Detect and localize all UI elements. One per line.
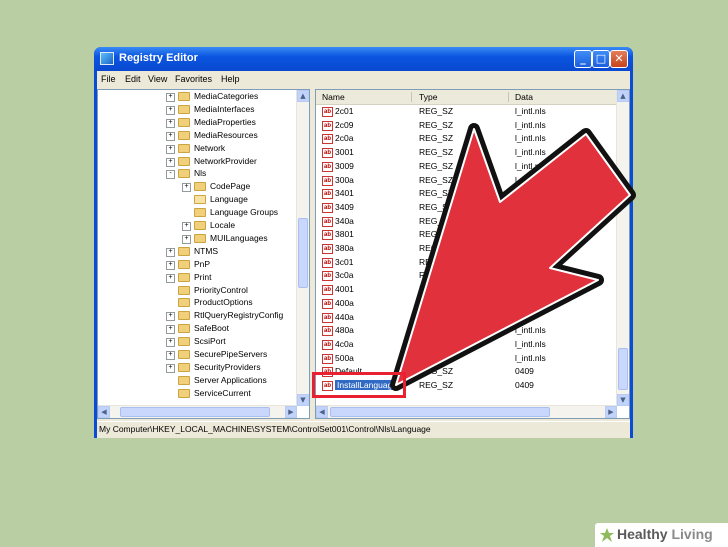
- brand-text: Healthy Living: [617, 526, 713, 542]
- red-pointer-arrow-icon: [390, 123, 636, 391]
- leaf-logo-icon: [600, 528, 614, 542]
- watermark-logo: Healthy Living: [595, 523, 728, 547]
- highlight-box: [312, 372, 406, 398]
